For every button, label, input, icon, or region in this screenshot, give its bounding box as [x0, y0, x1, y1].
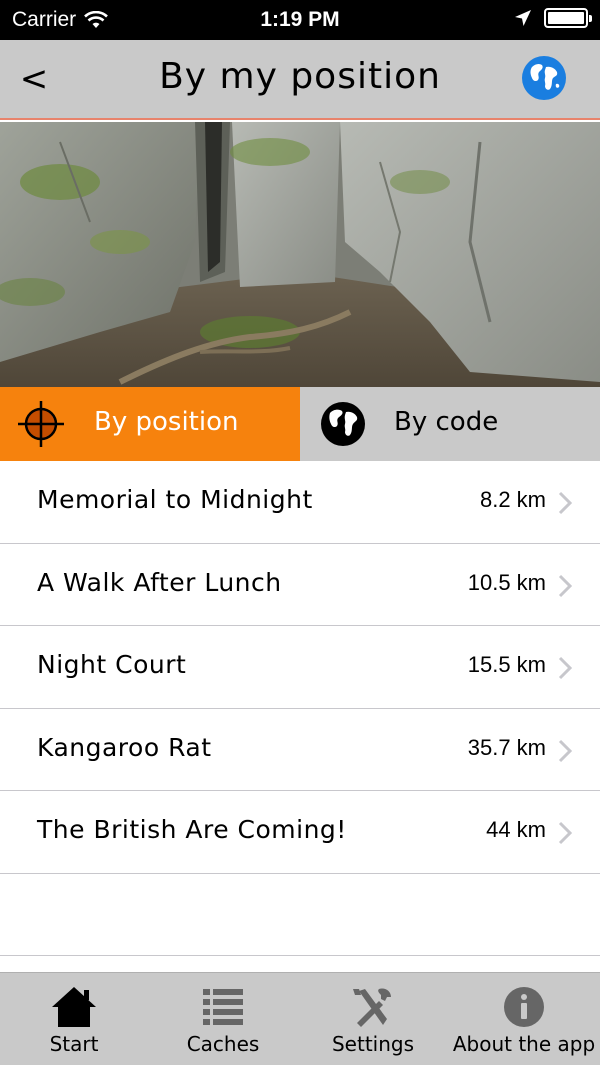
- page-title: By my position: [159, 56, 441, 97]
- tab-about-label: About the app: [452, 1032, 596, 1056]
- rocks-photo: [0, 122, 600, 387]
- home-icon: [52, 987, 96, 1027]
- tools-icon: [353, 988, 391, 1027]
- cache-name: Memorial to Midnight: [37, 485, 313, 514]
- tab-by-position[interactable]: By position: [0, 387, 300, 461]
- info-icon: [504, 987, 544, 1027]
- status-bar: Carrier 1:19 PM: [0, 0, 600, 40]
- chevron-right-icon: [558, 656, 572, 680]
- tab-settings[interactable]: Settings: [298, 973, 448, 1065]
- tab-by-code[interactable]: By code: [300, 387, 600, 461]
- list-item[interactable]: A Walk After Lunch 10.5 km: [0, 544, 600, 626]
- back-button[interactable]: <: [14, 54, 54, 104]
- hero-image: [0, 122, 600, 387]
- cache-distance: 8.2 km: [479, 487, 546, 512]
- tab-start[interactable]: Start: [0, 973, 148, 1065]
- battery-fill: [548, 12, 584, 24]
- list-item[interactable]: Memorial to Midnight 8.2 km: [0, 461, 600, 544]
- tab-settings-label: Settings: [331, 1032, 415, 1056]
- globe-icon[interactable]: [520, 54, 568, 102]
- cache-name: Night Court: [37, 650, 187, 679]
- tab-by-position-label: By position: [94, 407, 239, 437]
- list-item[interactable]: The British Are Coming! 44 km: [0, 791, 600, 874]
- cache-name: Kangaroo Rat: [37, 732, 212, 762]
- cache-list: Memorial to Midnight 8.2 km A Walk After…: [0, 461, 600, 956]
- tab-about[interactable]: About the app: [448, 973, 600, 1065]
- chevron-right-icon: [558, 574, 572, 597]
- list-item[interactable]: Kangaroo Rat 35.7 km: [0, 709, 600, 791]
- tab-caches-label: Caches: [186, 1032, 260, 1056]
- location-arrow-icon: [515, 10, 531, 26]
- tab-caches[interactable]: Caches: [148, 973, 298, 1065]
- cache-distance: 35.7 km: [467, 734, 546, 760]
- tab-by-code-label: By code: [394, 407, 499, 437]
- cache-name: A Walk After Lunch: [37, 567, 282, 597]
- battery-icon: [544, 8, 592, 28]
- mode-tabs: By position By code: [0, 387, 600, 461]
- globe-icon: [321, 402, 365, 446]
- clock: 1:19 PM: [260, 8, 340, 31]
- list-icon: [203, 989, 243, 1025]
- cache-distance: 10.5 km: [467, 569, 546, 595]
- tab-bar: Start Caches Settings About the app: [0, 972, 600, 1065]
- list-item[interactable]: Night Court 15.5 km: [0, 626, 600, 709]
- cache-name: The British Are Coming!: [37, 815, 347, 844]
- chevron-right-icon: [558, 821, 572, 845]
- cache-distance: 44 km: [486, 817, 546, 842]
- chevron-right-icon: [558, 739, 572, 762]
- chevron-right-icon: [558, 491, 572, 515]
- cache-distance: 15.5 km: [467, 652, 546, 677]
- crosshair-icon: [18, 401, 64, 447]
- nav-bar: < By my position: [0, 40, 600, 120]
- status-right: [514, 8, 592, 28]
- empty-row: [0, 874, 600, 956]
- tab-start-label: Start: [49, 1032, 99, 1056]
